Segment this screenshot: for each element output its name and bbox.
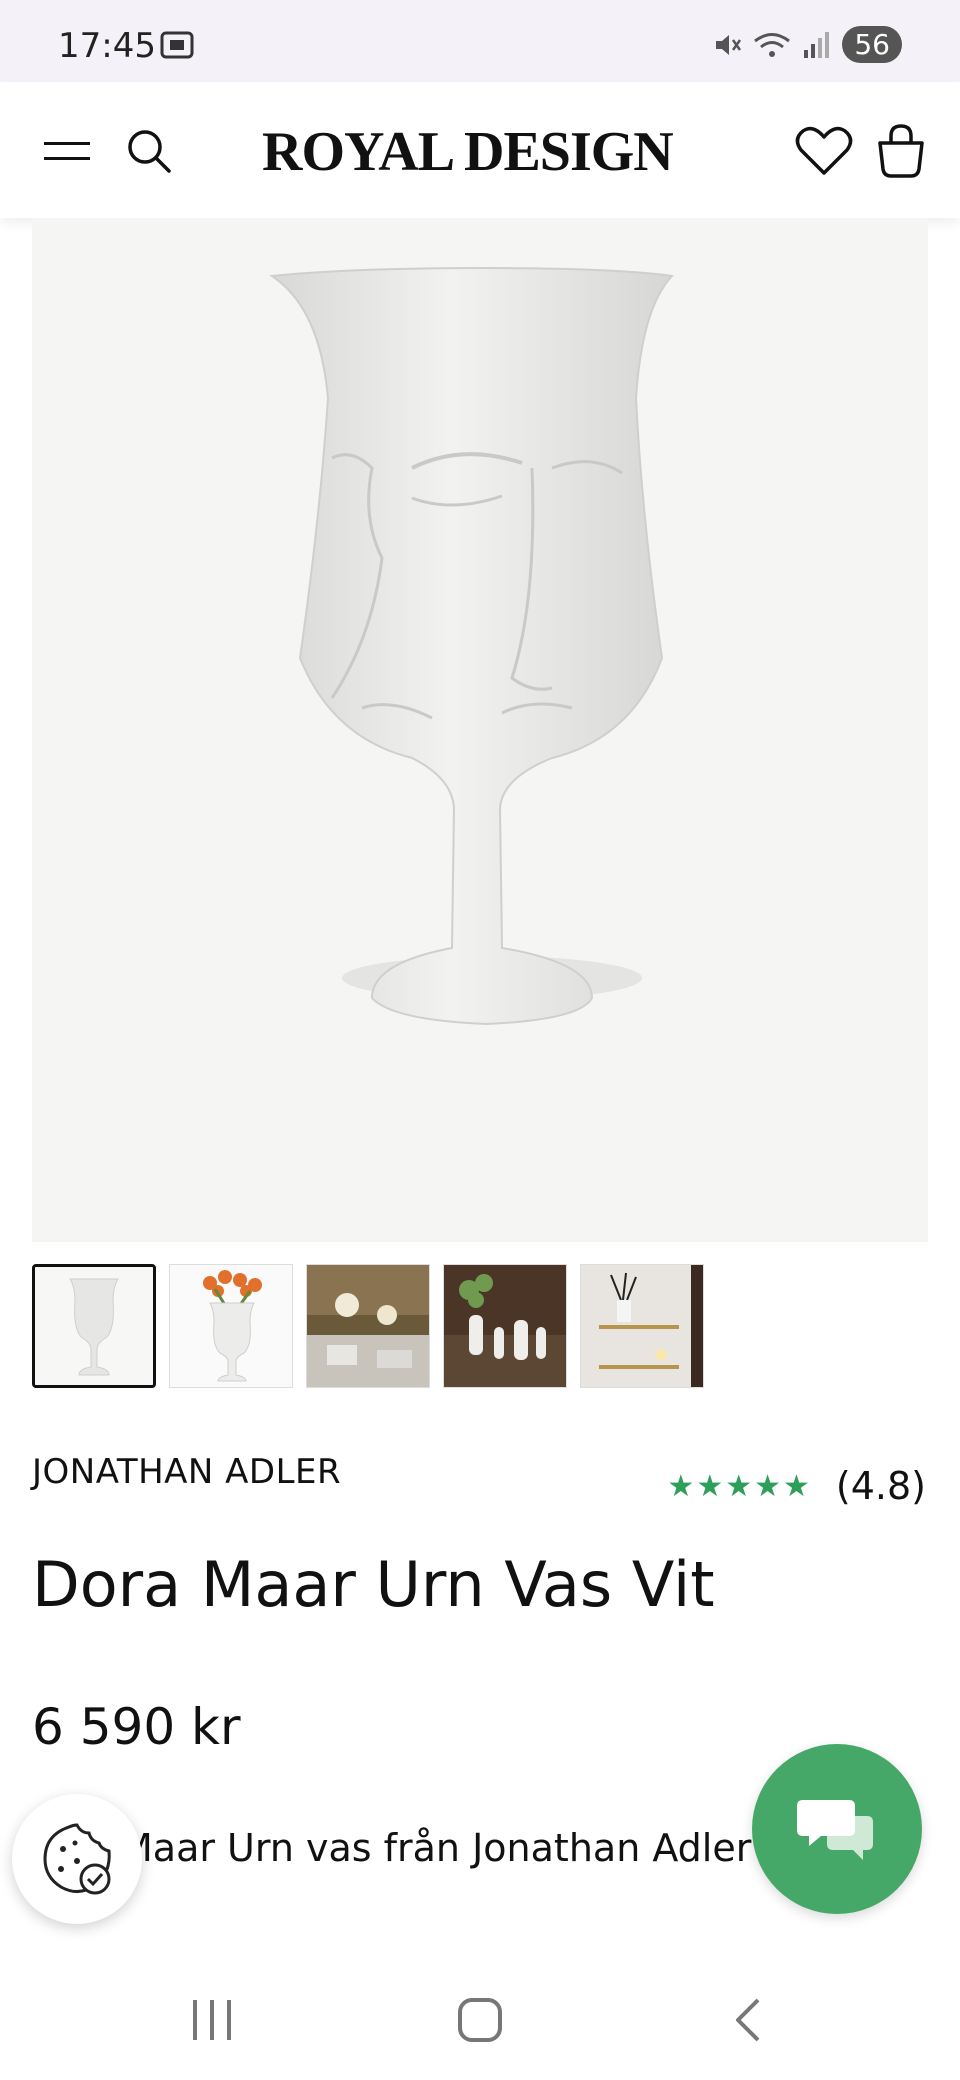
wishlist-button[interactable] [795,122,853,180]
thumbnail-2-image [170,1265,292,1387]
thumbnail-4-image [444,1265,566,1387]
thumbnail-1-image [35,1267,153,1385]
chat-button[interactable] [752,1744,922,1914]
thumbnail-5[interactable] [580,1264,704,1388]
mute-icon [716,34,742,55]
system-nav-bar [0,1960,960,2080]
product-price: 6 590 kr [32,1698,241,1756]
home-button[interactable] [440,1990,520,2050]
home-icon [458,1998,502,2042]
product-main-image[interactable] [32,218,928,1242]
recents-icon [193,2000,231,2040]
screenshot-icon [160,31,194,59]
battery-badge: 56 [842,26,902,63]
status-bar: 17:45 56 [0,0,960,82]
rating-value: (4.8) [835,1464,926,1508]
status-indicators: 56 [712,26,902,63]
vase-image [269,266,675,1026]
heart-icon [795,126,853,175]
back-icon [736,1998,760,2042]
signal-icon [804,31,830,58]
recents-button[interactable] [172,1990,252,2050]
hamburger-icon [44,142,90,160]
product-title: Dora Maar Urn Vas Vit [32,1548,715,1621]
menu-button[interactable] [38,122,96,180]
cart-button[interactable] [872,122,930,180]
site-logo[interactable]: ROYAL DESIGN [262,120,674,184]
search-icon [128,130,171,173]
bag-icon [878,124,924,178]
search-button[interactable] [120,122,178,180]
product-description: Maar Urn vas från Jonathan Adler i [120,1826,760,1870]
back-button[interactable] [708,1990,788,2050]
thumbnail-4[interactable] [443,1264,567,1388]
cookie-icon [43,1823,111,1895]
thumbnail-3[interactable] [306,1264,430,1388]
chat-icon [797,1800,873,1860]
thumbnail-5-image [581,1265,703,1387]
product-rating[interactable]: ★★★★★ (4.8) [667,1464,926,1508]
site-header: ROYAL DESIGN [0,82,960,218]
rating-stars: ★★★★★ [667,1468,812,1504]
status-time: 17:45 [58,26,156,66]
thumbnail-strip [32,1264,704,1388]
product-brand[interactable]: JONATHAN ADLER [32,1452,341,1492]
wifi-icon [754,32,791,57]
cookie-settings-button[interactable] [12,1794,142,1924]
thumbnail-2[interactable] [169,1264,293,1388]
thumbnail-3-image [307,1265,429,1387]
thumbnail-1[interactable] [32,1264,156,1388]
